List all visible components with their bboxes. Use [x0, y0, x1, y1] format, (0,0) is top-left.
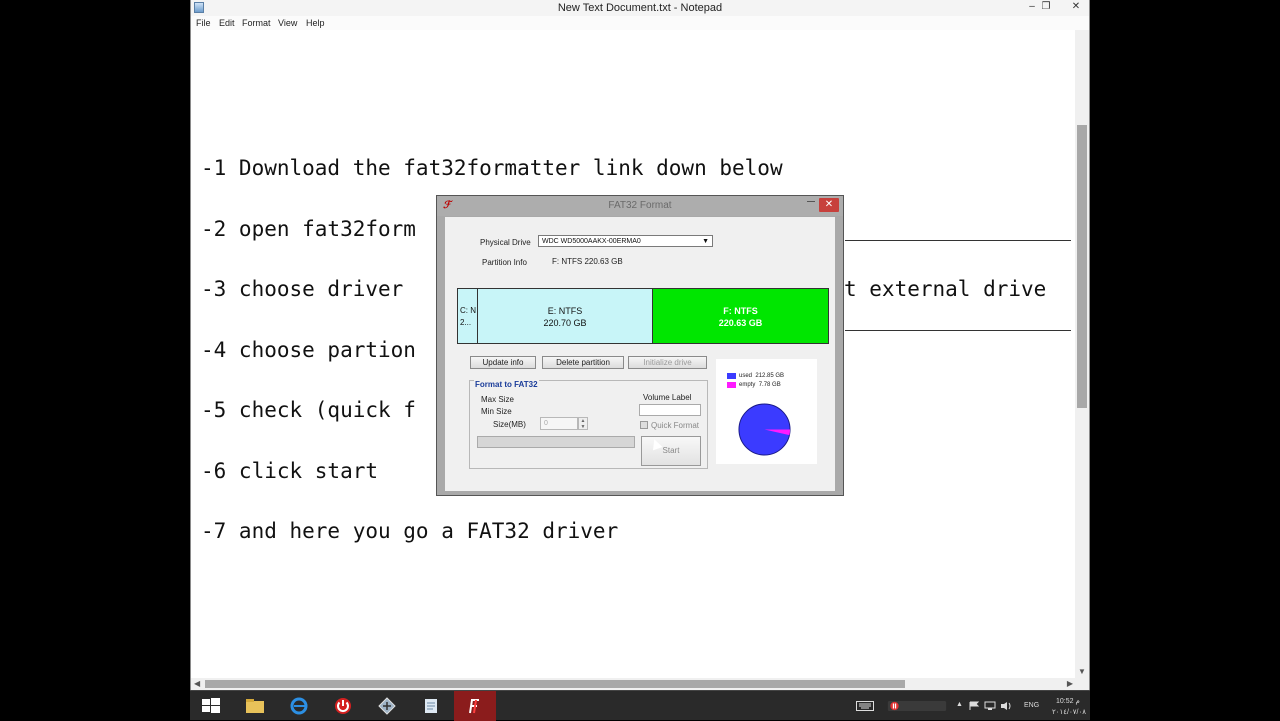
horizontal-scrollbar[interactable]: ◀ ▶ [191, 678, 1089, 690]
scroll-right-arrow-icon[interactable]: ▶ [1067, 679, 1073, 688]
format-group: Format to FAT32 Max Size Min Size Size(M… [469, 380, 708, 469]
recording-toolbar-icon[interactable] [882, 701, 952, 711]
taskbar-file-explorer[interactable] [234, 691, 276, 721]
text-line-3: -3 choose driver [201, 277, 404, 301]
quick-format-checkbox[interactable] [640, 421, 648, 429]
menu-help[interactable]: Help [306, 18, 325, 28]
chevron-down-icon[interactable]: ▼ [702, 236, 709, 247]
text-line-5: -5 check (quick f [201, 398, 416, 422]
used-legend-value: 212.85 GB [755, 373, 785, 379]
menu-view[interactable]: View [278, 18, 297, 28]
dialog-close-button[interactable]: ✕ [819, 198, 839, 212]
used-swatch [727, 373, 736, 379]
menu-edit[interactable]: Edit [219, 18, 235, 28]
volume-icon[interactable] [1000, 701, 1012, 711]
dialog-title: FAT32 Format [608, 200, 672, 211]
network-icon[interactable] [984, 701, 996, 711]
empty-legend-value: 7.78 GB [758, 382, 781, 388]
taskbar-tools-app[interactable] [366, 691, 408, 721]
taskbar-notepad[interactable] [410, 691, 452, 721]
show-hidden-icons-icon[interactable]: ▲ [956, 701, 963, 708]
empty-legend: empty 7.78 GB [739, 382, 781, 388]
empty-swatch [727, 382, 736, 388]
quick-format-label: Quick Format [651, 421, 700, 430]
physical-drive-select[interactable]: WDC WD5000AAKX-00ERMA0 ▼ [538, 235, 713, 247]
scroll-down-arrow-icon[interactable]: ▼ [1078, 667, 1086, 676]
windows-logo-icon [202, 698, 220, 713]
size-input[interactable]: 0 [540, 417, 578, 430]
keyboard-icon[interactable] [856, 701, 874, 711]
format-group-title: Format to FAT32 [474, 380, 539, 389]
text-line-3-tail: t external drive [844, 277, 1047, 301]
text-rule [845, 330, 1071, 331]
initialize-drive-button[interactable]: Initialize drive [628, 356, 707, 369]
taskbar: ▲ ENG 10:52 م ٢٠١٤/٠٧/٠٨ [190, 690, 1090, 721]
fat32-taskbar-icon [469, 699, 479, 714]
power-icon [335, 698, 351, 714]
size-label: Size(MB) [493, 420, 526, 429]
update-info-button[interactable]: Update info [470, 356, 536, 369]
dialog-body: Physical Drive WDC WD5000AAKX-00ERMA0 ▼ … [445, 217, 835, 491]
dialog-title-bar[interactable]: ℱ FAT32 Format ✕ [437, 196, 843, 216]
vertical-scroll-thumb[interactable] [1077, 125, 1087, 408]
partition-f-name: F: NTFS [723, 306, 758, 316]
used-legend-label: used [739, 373, 753, 379]
partition-e-name: E: NTFS [547, 306, 583, 316]
partition-map: C: N 2... E: NTFS 220.70 GB F: NTFS 220.… [457, 288, 829, 344]
diamond-tools-icon [378, 697, 396, 715]
scroll-left-arrow-icon[interactable]: ◀ [194, 679, 200, 688]
format-progress-bar [477, 436, 635, 448]
volume-label-label: Volume Label [643, 393, 692, 402]
text-rule [845, 240, 1071, 241]
text-line-2: -2 open fat32form [201, 217, 416, 241]
title-bar[interactable]: New Text Document.txt - Notepad – ❐ ✕ [191, 0, 1089, 16]
text-line-7: -7 and here you go a FAT32 driver [201, 519, 619, 543]
delete-partition-button[interactable]: Delete partition [542, 356, 624, 369]
physical-drive-value: WDC WD5000AAKX-00ERMA0 [542, 238, 641, 245]
clock-date[interactable]: ٢٠١٤/٠٧/٠٨ [1052, 708, 1086, 716]
volume-label-input[interactable] [639, 404, 701, 416]
partition-info-label: Partition Info [482, 258, 527, 267]
menu-file[interactable]: File [196, 18, 211, 28]
partition-f-size: 220.63 GB [718, 318, 763, 328]
start-button-windows[interactable] [190, 691, 232, 721]
folder-icon [246, 699, 264, 713]
restore-button[interactable]: ❐ [1035, 0, 1057, 14]
flag-icon[interactable] [968, 701, 980, 711]
text-line-1: -1 Download the fat32formatter link down… [201, 156, 783, 180]
fat32-format-dialog: ℱ FAT32 Format ✕ Physical Drive WDC WD50… [436, 195, 844, 496]
text-line-6: -6 click start [201, 459, 379, 483]
clock-time[interactable]: 10:52 م [1056, 697, 1080, 705]
min-size-label: Min Size [481, 407, 512, 416]
taskbar-fat32-format[interactable] [454, 691, 496, 721]
partition-info-value: F: NTFS 220.63 GB [552, 257, 623, 266]
physical-drive-label: Physical Drive [480, 238, 531, 247]
max-size-label: Max Size [481, 395, 514, 404]
partition-e-size: 220.70 GB [543, 318, 587, 328]
taskbar-internet-explorer[interactable] [278, 691, 320, 721]
vertical-scrollbar[interactable]: ▼ [1075, 30, 1089, 678]
language-indicator[interactable]: ENG [1024, 702, 1039, 709]
used-legend: used 212.85 GB [739, 373, 784, 379]
window-title: New Text Document.txt - Notepad [557, 2, 723, 14]
usage-chart-panel: used 212.85 GB empty 7.78 GB [716, 359, 817, 464]
size-stepper-icon[interactable]: ▲ ▼ [578, 417, 588, 430]
partition-c-name: C: N [460, 306, 476, 315]
taskbar-power-app[interactable] [322, 691, 364, 721]
empty-legend-label: empty [739, 382, 756, 388]
dialog-minimize-button[interactable] [807, 199, 815, 202]
text-line-4: -4 choose partion [201, 338, 416, 362]
internet-explorer-icon [290, 697, 308, 715]
partition-f[interactable]: F: NTFS 220.63 GB [653, 289, 828, 343]
usage-pie-chart [738, 403, 791, 456]
partition-e[interactable]: E: NTFS 220.70 GB [478, 289, 653, 343]
partition-c-size: 2... [460, 318, 472, 327]
menu-bar: File Edit Format View Help [191, 16, 1089, 30]
close-button[interactable]: ✕ [1065, 0, 1087, 14]
notepad-taskbar-icon [425, 699, 437, 713]
partition-c[interactable]: C: N 2... [458, 289, 478, 343]
horizontal-scroll-thumb[interactable] [205, 680, 905, 688]
menu-format[interactable]: Format [242, 18, 271, 28]
system-tray: ▲ ENG 10:52 م ٢٠١٤/٠٧/٠٨ [850, 691, 1090, 721]
